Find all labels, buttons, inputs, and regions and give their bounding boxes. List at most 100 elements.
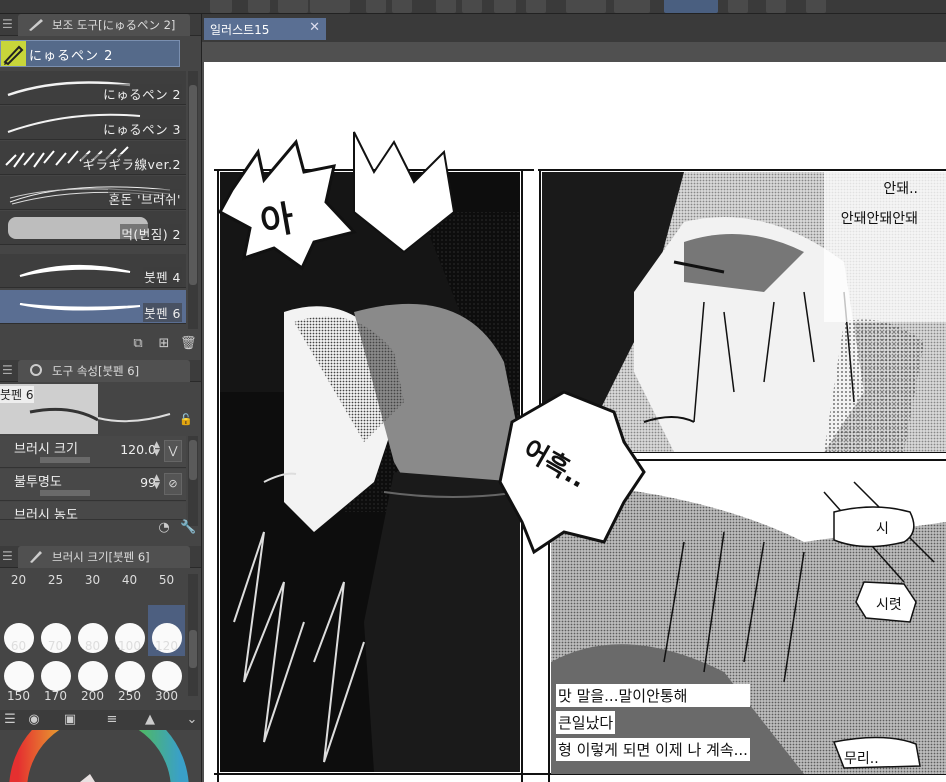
size-preset[interactable]: 60	[0, 605, 37, 656]
size-preset[interactable]: 150	[0, 657, 37, 708]
brush-item[interactable]: ギラギラ線ver.2	[0, 141, 186, 175]
size-top-label[interactable]: 25	[37, 573, 74, 587]
collapse-icon[interactable]: ⌄	[184, 712, 200, 728]
grid-icon[interactable]	[614, 0, 650, 13]
add-subtool-icon[interactable]: ⊞	[156, 336, 172, 352]
tab-brush-size[interactable]: 브러시 크기[붓펜 6]	[18, 546, 190, 568]
wrench-tool-icon	[30, 364, 42, 376]
add-icon[interactable]	[248, 0, 270, 13]
size-preset-selected[interactable]: 120	[148, 605, 185, 656]
manga-artwork	[214, 131, 946, 782]
transform-icon[interactable]	[526, 0, 546, 13]
spinner-icon[interactable]: ▲ ▼	[153, 441, 160, 458]
copy-icon[interactable]: ⧉	[130, 336, 146, 352]
redo-icon[interactable]	[392, 0, 412, 13]
selected-subtool-label: にゅるペン 2	[29, 49, 114, 64]
opacity-row[interactable]: 불투명도 99 ▲ ▼ ⊘	[0, 469, 186, 501]
tab-subtool[interactable]: 보조 도구[にゅるペン 2]	[18, 14, 190, 36]
brush-label: 혼돈 '브러쉬'	[107, 189, 182, 208]
wrench-icon[interactable]: 🔧	[180, 520, 196, 536]
dialogue-line: 안돼안돼안돼	[840, 211, 918, 227]
manga-page[interactable]: 아 어흑.. 안돼.. 안돼안돼안돼 시 시렷 무리.. 맛 말을...말이안통…	[204, 62, 946, 782]
opacity-slider[interactable]	[40, 490, 90, 496]
brush-item[interactable]: 혼돈 '브러쉬'	[0, 176, 186, 210]
narration-block: 맛 말을...말이안통해 큰일났다 형 이렇게 되면 이제 나 계속...	[556, 684, 750, 761]
brush-size-value[interactable]: 120.0	[120, 442, 156, 457]
size-top-label[interactable]: 20	[0, 573, 37, 587]
brush-label: にゅるペン 3	[102, 119, 182, 138]
opacity-label: 불투명도	[14, 475, 62, 490]
pen-icon	[1, 41, 26, 66]
pen-tool-icon	[29, 19, 43, 31]
color-history-tab-icon[interactable]: ▲	[142, 712, 158, 728]
size-preset[interactable]: 250	[111, 657, 148, 708]
color-slider-tab-icon[interactable]: ≡	[104, 712, 120, 728]
narration-line: 형 이렇게 되면 이제 나 계속...	[556, 738, 750, 761]
spinner-icon[interactable]: ▲ ▼	[153, 474, 160, 491]
size-preset[interactable]: 100	[111, 605, 148, 656]
undo-icon[interactable]	[366, 0, 386, 13]
size-preset[interactable]: 200	[74, 657, 111, 708]
dialogue-top-right: 안돼.. 안돼안돼안돼	[818, 178, 918, 228]
canvas-area[interactable]: 아 어흑.. 안돼.. 안돼안돼안돼 시 시렷 무리.. 맛 말을...말이안통…	[202, 42, 946, 782]
color-wheel-tab-icon[interactable]: ◉	[26, 712, 42, 728]
eraser-icon[interactable]	[278, 0, 308, 13]
tool-property-header: ☰ 도구 속성[붓펜 6]	[0, 360, 201, 382]
size-top-label[interactable]: 40	[111, 573, 148, 587]
menu-icon[interactable]: ☰	[2, 17, 13, 31]
brush-label: 붓펜 4	[143, 267, 182, 286]
brush-item[interactable]: 붓펜 6	[0, 290, 186, 324]
hatch-icon[interactable]	[566, 0, 606, 13]
color-wheel[interactable]	[0, 730, 202, 782]
close-icon[interactable]: ✕	[309, 20, 320, 35]
document-tab-title: 일러스트15	[210, 23, 270, 37]
help-icon[interactable]	[806, 0, 826, 13]
size-preset[interactable]: 80	[74, 605, 111, 656]
color-set-tab-icon[interactable]: ▣	[62, 712, 78, 728]
fill-dropdown-icon[interactable]	[310, 0, 350, 13]
diamond-icon[interactable]	[494, 0, 516, 13]
brush-density-row[interactable]: 브러시 농도	[0, 502, 186, 520]
menu-icon[interactable]: ☰	[2, 712, 18, 728]
layer-icon[interactable]	[210, 0, 232, 13]
brush-label: 붓펜 6	[143, 303, 182, 322]
size-top-label[interactable]: 50	[148, 573, 185, 587]
bubble-si-text: 시	[876, 521, 889, 537]
menu-icon[interactable]: ☰	[2, 363, 13, 377]
left-panel: ☰ 보조 도구[にゅるペン 2] にゅるペン 2 にゅるペン 2 にゅるペン 3…	[0, 14, 202, 782]
trash-icon[interactable]: 🗑	[180, 336, 197, 352]
size-scrollbar[interactable]	[188, 574, 198, 696]
lock-icon[interactable]: 🔓	[178, 412, 194, 428]
size-preset[interactable]: 300	[148, 657, 185, 708]
bubble-sireot-text: 시렷	[876, 597, 902, 613]
size-preset[interactable]: 70	[37, 605, 74, 656]
opacity-toggle-icon[interactable]: ⊘	[164, 473, 182, 495]
tab-document[interactable]: 일러스트15 ✕	[204, 18, 326, 40]
brush-item[interactable]: にゅるペン 3	[0, 106, 186, 140]
subtool-panel-header: ☰ 보조 도구[にゅるペン 2]	[0, 14, 201, 36]
brush-density-label: 브러시 농도	[14, 508, 78, 520]
menu-icon[interactable]: ☰	[2, 549, 13, 563]
brush-list-scrollbar[interactable]	[188, 71, 198, 329]
brush-label: にゅるペン 2	[102, 84, 182, 103]
subtool-header-label: 보조 도구[にゅるペン 2]	[52, 18, 176, 32]
brush-item[interactable]: にゅるペン 2	[0, 71, 186, 105]
bubble-muri-text: 무리..	[844, 751, 879, 767]
pressure-icon[interactable]: ⋁	[164, 440, 182, 462]
rotate-icon[interactable]	[728, 0, 748, 13]
loading-icon[interactable]	[436, 0, 456, 13]
size-top-label[interactable]: 30	[74, 573, 111, 587]
size-preset[interactable]: 170	[37, 657, 74, 708]
brush-item[interactable]: 붓펜 4	[0, 254, 186, 288]
spray-icon[interactable]	[462, 0, 482, 13]
lasso-icon[interactable]	[664, 0, 718, 13]
dialogue-line: 안돼..	[883, 181, 918, 197]
tab-tool-property[interactable]: 도구 속성[붓펜 6]	[18, 360, 190, 382]
brush-size-row[interactable]: 브러시 크기 120.0 ▲ ▼ ⋁	[0, 436, 186, 468]
selected-subtool[interactable]: にゅるペン 2	[0, 40, 180, 67]
settings-icon[interactable]: ◔	[156, 520, 172, 536]
brush-size-slider[interactable]	[40, 457, 90, 463]
brush-item[interactable]: 먹(번짐) 2	[0, 211, 186, 245]
device-icon[interactable]	[766, 0, 786, 13]
property-scrollbar[interactable]	[188, 436, 198, 526]
